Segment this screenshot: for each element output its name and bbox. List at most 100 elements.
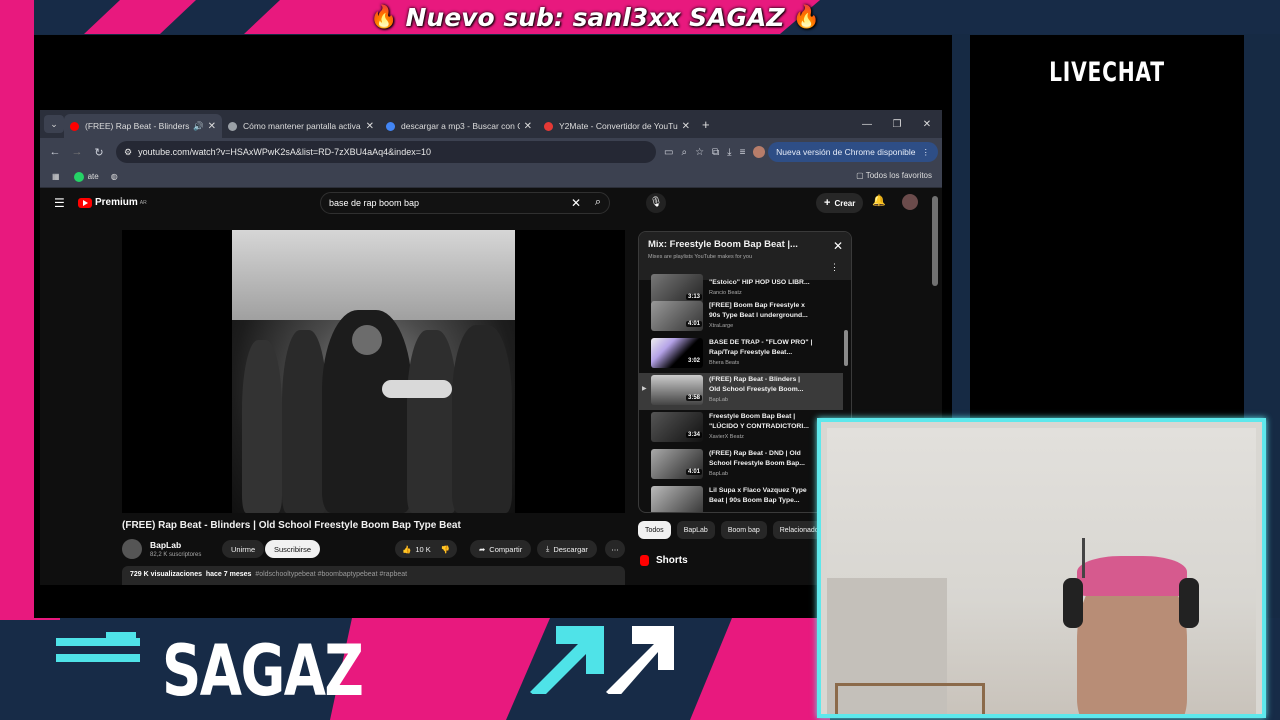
like-button[interactable]: 👍 10 K 👎: [395, 540, 457, 558]
apps-grid-icon[interactable]: ▦: [52, 172, 60, 181]
playlist-item-title: BASE DE TRAP - "FLOW PRO" | Rap/Trap Fre…: [709, 339, 813, 356]
brand-bars-icon: [56, 632, 140, 666]
create-label: Crear: [834, 198, 856, 208]
reload-icon[interactable]: ↻: [88, 146, 110, 159]
chip-boom-bap[interactable]: Boom bap: [720, 521, 767, 539]
playlist-item[interactable]: 4:01 (FREE) Rap Beat - DND | Old School …: [639, 447, 843, 484]
site-info-icon[interactable]: ⚙: [124, 147, 132, 158]
toolbar-icons: ▭ ⌕ ☆ ⧉ ⤓ ≡: [664, 146, 766, 158]
address-bar: ← → ↻ ⚙ youtube.com/watch?v=HSAxWPwK2sA&…: [40, 138, 942, 166]
share-button[interactable]: ➦ Compartir: [470, 540, 532, 558]
tab-youtube[interactable]: (FREE) Rap Beat - Blinders | Old School …: [64, 114, 222, 138]
close-tab-icon[interactable]: ✕: [682, 121, 690, 132]
playlist-item-channel: BapLab: [709, 397, 728, 403]
download-button[interactable]: ⤓ Descargar: [537, 540, 597, 558]
playlist-item-current[interactable]: ▶ 3:58 (FREE) Rap Beat - Blinders | Old …: [639, 373, 843, 410]
all-bookmarks-label: Todos los favoritos: [865, 171, 932, 180]
cast-icon[interactable]: ▭: [664, 147, 673, 158]
playlist-item[interactable]: Lil Supa x Flaco Vazquez Type Beat | 90s…: [639, 484, 843, 512]
playlist-item[interactable]: 4:01 [FREE] Boom Bap Freestyle x 90s Typ…: [639, 299, 843, 336]
tab-title: descargar a mp3 - Buscar con Google: [401, 121, 520, 131]
playlist-item-channel: Bhera Beats: [709, 360, 740, 366]
fire-icon: 🔥: [370, 4, 398, 30]
tab-title: Cómo mantener pantalla activa: [243, 121, 361, 131]
mix-title[interactable]: Mix: Freestyle Boom Bap Beat |...: [648, 239, 798, 250]
clear-search-icon[interactable]: ✕: [571, 196, 581, 210]
subscribe-button[interactable]: Suscribirse: [265, 540, 321, 558]
tab-search-button[interactable]: ⌄: [44, 115, 64, 133]
close-tab-icon[interactable]: ✕: [208, 121, 216, 132]
create-button[interactable]: + Crear: [816, 193, 864, 213]
profile-avatar[interactable]: [753, 146, 766, 158]
brand-logo: SAGAZ: [162, 630, 364, 712]
hashtags[interactable]: #oldschooltypebeat #boombaptypebeat #rap…: [255, 571, 407, 578]
playlist-item-title: Lil Supa x Flaco Vazquez Type Beat | 90s…: [709, 487, 807, 504]
youtube-play-icon: [78, 197, 92, 208]
all-bookmarks-link[interactable]: ▢ Todos los favoritos: [856, 171, 932, 180]
close-tab-icon[interactable]: ✕: [366, 121, 374, 132]
chip-todos[interactable]: Todos: [638, 521, 671, 539]
update-label: Nueva versión de Chrome disponible: [776, 147, 916, 157]
channel-avatar[interactable]: [122, 539, 142, 559]
speaker-icon[interactable]: 🔊: [193, 121, 204, 132]
more-actions-icon[interactable]: ⋯: [605, 540, 625, 558]
join-button[interactable]: Unirme: [222, 540, 265, 558]
whatsapp-icon: [73, 171, 84, 182]
back-icon[interactable]: ←: [44, 146, 66, 158]
video-title: (FREE) Rap Beat - Blinders | Old School …: [122, 520, 461, 531]
bookmark-star-icon[interactable]: ☆: [695, 147, 704, 158]
close-tab-icon[interactable]: ✕: [524, 121, 532, 132]
close-icon[interactable]: ✕: [833, 239, 843, 253]
download-icon: ⤓: [546, 544, 550, 553]
globe-icon[interactable]: ◍: [111, 172, 118, 181]
thumbs-up-icon: 👍: [402, 544, 412, 554]
url-field[interactable]: ⚙ youtube.com/watch?v=HSAxWPwK2sA&list=R…: [116, 141, 656, 163]
menu-icon[interactable]: ☰: [54, 196, 65, 210]
playlist-item[interactable]: 3:02 BASE DE TRAP - "FLOW PRO" | Rap/Tra…: [639, 336, 843, 373]
playlist-item-title: (FREE) Rap Beat - Blinders | Old School …: [709, 376, 804, 393]
search-icon[interactable]: ⌕: [595, 196, 601, 209]
notifications-icon[interactable]: 🔔: [872, 194, 886, 207]
close-window-icon[interactable]: ✕: [912, 119, 942, 130]
new-tab-icon[interactable]: +: [702, 117, 710, 132]
restore-icon[interactable]: ❐: [882, 119, 912, 130]
user-avatar[interactable]: [902, 194, 918, 210]
microphone-icon[interactable]: 🎙: [646, 193, 666, 213]
playlist-item[interactable]: 3:34 Freestyle Boom Bap Beat | "LÚCIDO Y…: [639, 410, 843, 447]
youtube-logo[interactable]: Premium AR: [78, 197, 147, 208]
chip-baplab[interactable]: BapLab: [676, 521, 715, 539]
chip-relacionado[interactable]: Relacionado: [772, 521, 818, 539]
join-label: Unirme: [231, 544, 256, 554]
sub-user: sanl3xx SAGAZ: [572, 2, 785, 32]
zoom-icon[interactable]: ⌕: [681, 147, 687, 158]
forward-icon[interactable]: →: [66, 146, 88, 158]
tab-pantalla[interactable]: Cómo mantener pantalla activa ✕: [222, 114, 380, 138]
media-icon[interactable]: ≡: [740, 147, 746, 158]
mix-subtitle: Mixes are playlists YouTube makes for yo…: [648, 254, 753, 260]
playlist-item-title: "Estoico" HIP HOP USO LIBR...: [709, 279, 810, 286]
download-icon[interactable]: ⤓: [727, 147, 731, 158]
video-player[interactable]: [122, 230, 625, 513]
arrows-icon: [530, 626, 674, 694]
extensions-icon[interactable]: ⧉: [712, 147, 719, 158]
search-input[interactable]: base de rap boom bap ✕ ⌕: [320, 192, 610, 214]
tab-y2mate[interactable]: Y2Mate - Convertidor de YouTube ✕: [538, 114, 696, 138]
tab-title: (FREE) Rap Beat - Blinders | Old School: [85, 121, 190, 131]
tab-google[interactable]: descargar a mp3 - Buscar con Google ✕: [380, 114, 538, 138]
folder-icon: ▢: [856, 171, 864, 180]
description-box[interactable]: 729 K visualizaciones hace 7 meses #olds…: [122, 566, 625, 585]
new-sub-banner: 🔥 Nuevo sub: sanl3xx SAGAZ 🔥: [0, 0, 1190, 34]
bookmark-whatsapp[interactable]: ate: [88, 172, 99, 181]
update-chrome-button[interactable]: Nueva versión de Chrome disponible ⋮: [768, 142, 938, 162]
search-value: base de rap boom bap: [329, 198, 420, 208]
playlist-item-channel: Rancio Beatz: [709, 290, 742, 296]
url-text: youtube.com/watch?v=HSAxWPwK2sA&list=RD-…: [138, 147, 431, 157]
minimize-icon[interactable]: —: [852, 119, 882, 130]
like-count: 10 K: [415, 544, 431, 554]
thumbs-down-icon[interactable]: 👎: [441, 545, 450, 554]
subscribe-label: Suscribirse: [274, 544, 312, 554]
related-chips: Todos BapLab Boom bap Relacionado: [638, 521, 818, 541]
channel-name[interactable]: BapLab: [150, 540, 181, 550]
view-count: 729 K visualizaciones: [130, 571, 202, 578]
webcam-frame: [817, 418, 1266, 718]
